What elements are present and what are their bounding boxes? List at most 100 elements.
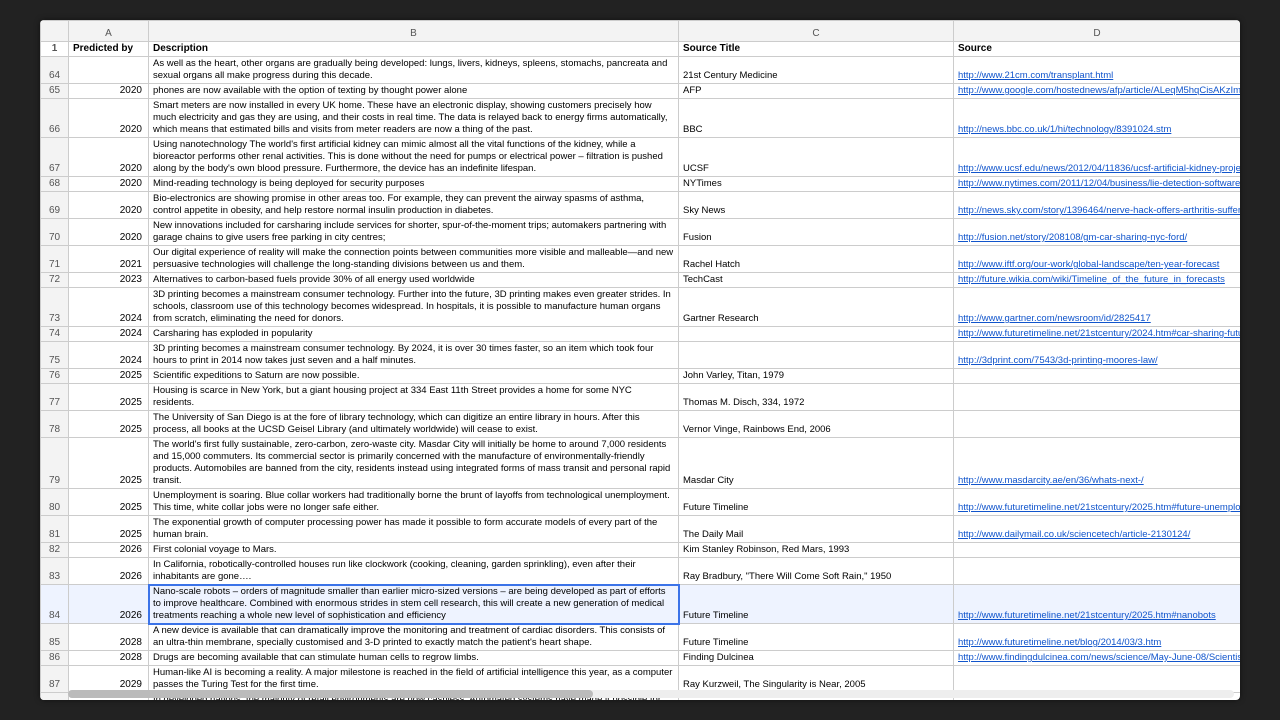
row-number[interactable]: 82 <box>41 543 69 558</box>
cell-predicted-by[interactable]: 2025 <box>69 489 149 516</box>
row-number[interactable]: 65 <box>41 84 69 99</box>
cell-description[interactable]: The world's first fully sustainable, zer… <box>149 438 679 489</box>
cell-source-title[interactable]: Future Timeline <box>679 585 954 624</box>
column-header[interactable]: Source <box>954 42 1241 57</box>
source-link[interactable]: http://www.nytimes.com/2011/12/04/busine… <box>958 178 1240 189</box>
row-number[interactable]: 85 <box>41 624 69 651</box>
source-link[interactable]: http://www.iftf.org/our-work/global-land… <box>958 259 1219 270</box>
cell-source[interactable] <box>954 543 1241 558</box>
row-number[interactable]: 80 <box>41 489 69 516</box>
cell-predicted-by[interactable]: 2026 <box>69 585 149 624</box>
cell-predicted-by[interactable]: 2020 <box>69 177 149 192</box>
cell-description[interactable]: Carsharing has exploded in popularity <box>149 327 679 342</box>
cell-description[interactable]: Mind-reading technology is being deploye… <box>149 177 679 192</box>
row-number[interactable]: 87 <box>41 666 69 693</box>
cell-description[interactable]: The exponential growth of computer proce… <box>149 516 679 543</box>
cell-source[interactable]: http://www.21cm.com/transplant.html <box>954 57 1241 84</box>
cell-source-title[interactable]: Masdar City <box>679 438 954 489</box>
source-link[interactable]: http://www.ucsf.edu/news/2012/04/11836/u… <box>958 163 1240 174</box>
cell-predicted-by[interactable]: 2025 <box>69 369 149 384</box>
cell-description[interactable]: In California, robotically-controlled ho… <box>149 558 679 585</box>
cell-description[interactable]: Bio-electronics are showing promise in o… <box>149 192 679 219</box>
cell-source[interactable]: http://news.bbc.co.uk/1/hi/technology/83… <box>954 99 1241 138</box>
cell-description[interactable]: Smart meters are now installed in every … <box>149 99 679 138</box>
cell-source-title[interactable]: Finding Dulcinea <box>679 651 954 666</box>
cell-predicted-by[interactable]: 2026 <box>69 543 149 558</box>
cell-source-title[interactable]: TechCast <box>679 273 954 288</box>
source-link[interactable]: http://www.21cm.com/transplant.html <box>958 70 1113 81</box>
cell-source-title[interactable]: Sky News <box>679 192 954 219</box>
source-link[interactable]: http://www.futuretimeline.net/21stcentur… <box>958 328 1240 339</box>
horizontal-scrollbar[interactable] <box>68 690 1234 698</box>
cell-source-title[interactable]: Future Timeline <box>679 624 954 651</box>
row-number[interactable]: 70 <box>41 219 69 246</box>
row-number[interactable]: 69 <box>41 192 69 219</box>
cell-predicted-by[interactable]: 2024 <box>69 288 149 327</box>
column-header[interactable]: Description <box>149 42 679 57</box>
cell-description[interactable]: First colonial voyage to Mars. <box>149 543 679 558</box>
cell-predicted-by[interactable]: 2028 <box>69 624 149 651</box>
cell-description[interactable]: New innovations included for carsharing … <box>149 219 679 246</box>
corner-cell[interactable] <box>41 21 69 42</box>
source-link[interactable]: http://www.masdarcity.ae/en/36/whats-nex… <box>958 475 1144 486</box>
cell-predicted-by[interactable]: 2025 <box>69 516 149 543</box>
cell-source-title[interactable]: John Varley, Titan, 1979 <box>679 369 954 384</box>
source-link[interactable]: http://www.futuretimeline.net/blog/2014/… <box>958 637 1161 648</box>
source-link[interactable]: http://3dprint.com/7543/3d-printing-moor… <box>958 355 1158 366</box>
cell-source[interactable]: http://future.wikia.com/wiki/Timeline_of… <box>954 273 1241 288</box>
row-number[interactable]: 76 <box>41 369 69 384</box>
cell-source-title[interactable]: UCSF <box>679 138 954 177</box>
cell-source[interactable] <box>954 666 1241 693</box>
cell-source[interactable]: http://www.futuretimeline.net/21stcentur… <box>954 327 1241 342</box>
row-number[interactable]: 81 <box>41 516 69 543</box>
row-number[interactable]: 79 <box>41 438 69 489</box>
cell-predicted-by[interactable]: 2025 <box>69 411 149 438</box>
column-header[interactable]: Predicted by <box>69 42 149 57</box>
cell-source-title[interactable]: 21st Century Medicine <box>679 57 954 84</box>
source-link[interactable]: http://www.futuretimeline.net/21stcentur… <box>958 502 1240 513</box>
cell-description[interactable]: Human-like AI is becoming a reality. A m… <box>149 666 679 693</box>
row-number[interactable]: 72 <box>41 273 69 288</box>
cell-source-title[interactable]: NYTimes <box>679 177 954 192</box>
cell-source-title[interactable]: Rachel Hatch <box>679 246 954 273</box>
cell-source[interactable] <box>954 558 1241 585</box>
row-number[interactable]: 77 <box>41 384 69 411</box>
cell-source-title[interactable]: Vernor Vinge, Rainbows End, 2006 <box>679 411 954 438</box>
row-number[interactable]: 67 <box>41 138 69 177</box>
row-number[interactable]: 68 <box>41 177 69 192</box>
col-header-A[interactable]: A <box>69 21 149 42</box>
cell-description[interactable]: 3D printing becomes a mainstream consume… <box>149 342 679 369</box>
col-header-B[interactable]: B <box>149 21 679 42</box>
cell-predicted-by[interactable]: 2021 <box>69 246 149 273</box>
cell-source-title[interactable]: The Daily Mail <box>679 516 954 543</box>
row-number[interactable]: 66 <box>41 99 69 138</box>
horizontal-scrollbar-thumb[interactable] <box>68 690 593 698</box>
cell-predicted-by[interactable]: 2025 <box>69 438 149 489</box>
cell-source-title[interactable]: Future Timeline <box>679 489 954 516</box>
cell-predicted-by[interactable]: 2024 <box>69 342 149 369</box>
cell-description[interactable]: Using nanotechnology The world's first a… <box>149 138 679 177</box>
cell-description[interactable]: phones are now available with the option… <box>149 84 679 99</box>
cell-source[interactable]: http://www.nytimes.com/2011/12/04/busine… <box>954 177 1241 192</box>
row-number[interactable]: 64 <box>41 57 69 84</box>
row-number[interactable]: 71 <box>41 246 69 273</box>
cell-source[interactable]: http://www.futuretimeline.net/blog/2014/… <box>954 624 1241 651</box>
cell-source-title[interactable]: Gartner Research <box>679 288 954 327</box>
cell-predicted-by[interactable]: 2020 <box>69 192 149 219</box>
spreadsheet-table[interactable]: A B C D 1Predicted byDescriptionSource T… <box>40 20 1240 700</box>
row-number[interactable]: 74 <box>41 327 69 342</box>
cell-source[interactable]: http://www.iftf.org/our-work/global-land… <box>954 246 1241 273</box>
cell-predicted-by[interactable] <box>69 57 149 84</box>
cell-predicted-by[interactable]: 2029 <box>69 666 149 693</box>
source-link[interactable]: http://www.google.com/hostednews/afp/art… <box>958 85 1240 96</box>
cell-source[interactable]: http://www.masdarcity.ae/en/36/whats-nex… <box>954 438 1241 489</box>
cell-source-title[interactable]: BBC <box>679 99 954 138</box>
cell-description[interactable]: The University of San Diego is at the fo… <box>149 411 679 438</box>
cell-predicted-by[interactable]: 2025 <box>69 384 149 411</box>
col-header-D[interactable]: D <box>954 21 1241 42</box>
cell-predicted-by[interactable]: 2020 <box>69 219 149 246</box>
cell-source-title[interactable]: Kim Stanley Robinson, Red Mars, 1993 <box>679 543 954 558</box>
cell-source[interactable]: http://www.dailymail.co.uk/sciencetech/a… <box>954 516 1241 543</box>
cell-predicted-by[interactable]: 2023 <box>69 273 149 288</box>
cell-source[interactable] <box>954 384 1241 411</box>
